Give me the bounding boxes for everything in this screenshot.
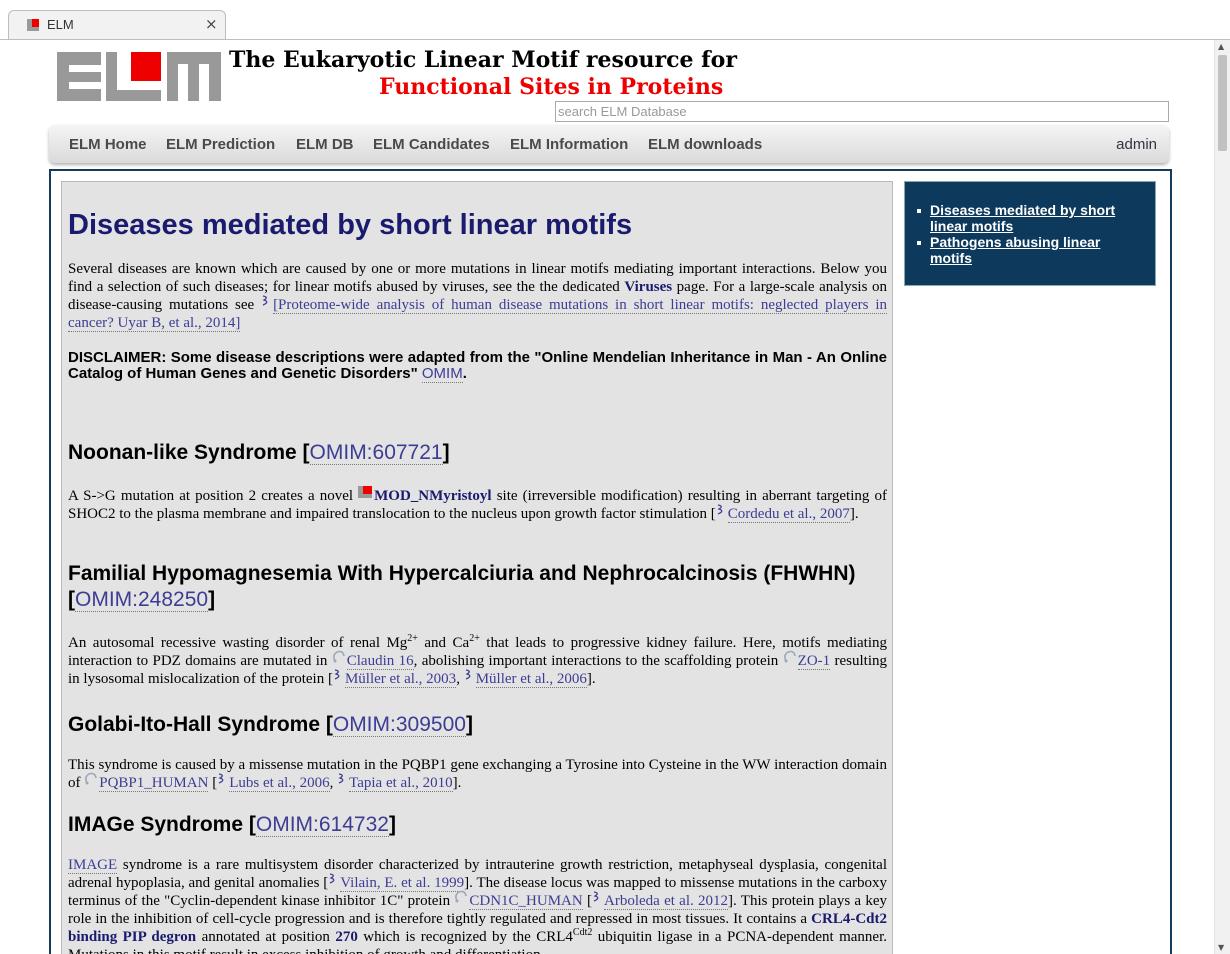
publication-icon — [593, 891, 599, 902]
mod-nmyristoyl-link[interactable]: MOD_NMyristoyl — [374, 488, 491, 504]
page-viewport: The Eukaryotic Linear Motif resource for… — [0, 40, 1214, 954]
elm-motif-icon — [358, 486, 373, 498]
image-paragraph: IMAGE syndrome is a rare multisystem dis… — [68, 856, 887, 954]
fhwhn-text-7: ]. — [586, 671, 596, 687]
viruses-link[interactable]: Viruses — [624, 279, 672, 295]
elm-favicon-icon — [27, 19, 39, 31]
sidebar-link-diseases[interactable]: Diseases mediated by short linear motifs — [930, 202, 1115, 234]
image-title: IMAGe Syndrome [ — [68, 813, 256, 836]
publication-icon — [218, 773, 224, 784]
publication-icon — [262, 295, 268, 306]
publication-icon — [329, 873, 335, 884]
fhwhn-text-1: An autosomal recessive wasting disorder … — [68, 635, 408, 651]
noonan-bracket: ] — [442, 441, 450, 464]
golabi-text-2: [ — [208, 775, 218, 791]
claudin-16-link[interactable]: Claudin 16 — [346, 653, 414, 670]
publication-icon — [338, 773, 344, 784]
image-heading: IMAGe Syndrome [OMIM:614732] — [68, 812, 887, 838]
muller-2003-link[interactable]: Müller et al., 2003 — [344, 671, 457, 688]
intro-paragraph: Several diseases are known which are cau… — [68, 260, 888, 332]
protein-icon — [783, 650, 796, 663]
omim-link[interactable]: OMIM — [421, 365, 463, 383]
golabi-omim-link[interactable]: OMIM:309500 — [332, 713, 466, 737]
sidebar-navigation: Diseases mediated by short linear motifs… — [904, 181, 1156, 286]
fhwhn-paragraph: An autosomal recessive wasting disorder … — [68, 634, 887, 688]
disclaimer-period: . — [462, 365, 467, 382]
muller-2006-link[interactable]: Müller et al., 2006 — [475, 671, 587, 688]
noonan-title: Noonan-like Syndrome [ — [68, 441, 310, 464]
golabi-text-4: ]. — [452, 775, 462, 791]
golabi-paragraph: This syndrome is caused by a missense mu… — [68, 756, 887, 792]
arboleda-2012-link[interactable]: Arboleda et al. 2012 — [604, 893, 729, 910]
image-link[interactable]: IMAGE — [68, 857, 118, 874]
scroll-up-arrow-icon[interactable]: ▲ — [1218, 42, 1224, 51]
nav-elm-prediction[interactable]: ELM Prediction — [166, 136, 275, 153]
fhwhn-text-4: , abolishing important interactions to t… — [413, 653, 783, 669]
sidebar-item-diseases: Diseases mediated by short linear motifs — [917, 202, 1143, 234]
noonan-omim-link[interactable]: OMIM:607721 — [309, 441, 443, 465]
pqbp1-human-link[interactable]: PQBP1_HUMAN — [99, 775, 209, 792]
scroll-down-arrow-icon[interactable]: ▼ — [1218, 943, 1224, 952]
golabi-title: Golabi-Ito-Hall Syndrome [ — [68, 713, 333, 736]
fhwhn-bracket: ] — [208, 588, 216, 611]
scrollbar-thumb[interactable] — [1218, 55, 1227, 151]
vertical-scrollbar[interactable]: ▲ ▼ — [1214, 40, 1230, 954]
image-text-6: which is recognized by the CRL4 — [357, 929, 573, 945]
nav-elm-candidates[interactable]: ELM Candidates — [373, 136, 490, 153]
nav-admin[interactable]: admin — [1116, 136, 1157, 153]
site-title: The Eukaryotic Linear Motif resource for — [229, 47, 737, 73]
browser-tab-bar: ELM × — [0, 0, 1230, 40]
vilain-1999-link[interactable]: Vilain, E. et al. 1999 — [340, 875, 465, 892]
fhwhn-text-6: , — [456, 671, 464, 687]
position-270-link[interactable]: 270 — [335, 929, 358, 945]
protein-icon — [85, 772, 98, 785]
sidebar-item-pathogens: Pathogens abusing linear motifs — [917, 234, 1143, 266]
search-input[interactable] — [555, 101, 1169, 122]
browser-tab[interactable]: ELM × — [8, 10, 226, 39]
mg-charge: 2+ — [407, 633, 418, 644]
golabi-bracket: ] — [465, 713, 473, 736]
disclaimer-paragraph: DISCLAIMER: Some disease descriptions we… — [68, 349, 887, 383]
tab-title: ELM — [47, 17, 74, 32]
disclaimer-text: DISCLAIMER: Some disease descriptions we… — [68, 349, 887, 382]
nav-elm-home[interactable]: ELM Home — [69, 136, 147, 153]
sidebar-link-pathogens[interactable]: Pathogens abusing linear motifs — [930, 234, 1100, 266]
nav-elm-information[interactable]: ELM Information — [510, 136, 628, 153]
ca-charge: 2+ — [469, 633, 480, 644]
golabi-text-3: , — [329, 775, 338, 791]
protein-icon — [332, 650, 345, 663]
cordedu-2007-link[interactable]: Cordedu et al., 2007 — [727, 506, 850, 523]
noonan-paragraph: A S->G mutation at position 2 creates a … — [68, 486, 887, 523]
close-tab-icon[interactable]: × — [205, 15, 218, 33]
cdn1c-human-link[interactable]: CDN1C_HUMAN — [469, 893, 583, 910]
zo-1-link[interactable]: ZO-1 — [797, 653, 831, 670]
noonan-heading: Noonan-like Syndrome [OMIM:607721] — [68, 440, 887, 466]
fhwhn-heading: Familial Hypomagnesemia With Hypercalciu… — [68, 561, 887, 613]
fhwhn-text-2: and Ca — [417, 635, 470, 651]
cdt2-superscript: Cdt2 — [572, 927, 593, 938]
main-navbar: ELM Home ELM Prediction ELM DB ELM Candi… — [49, 125, 1169, 163]
noonan-text-3: ]. — [849, 506, 859, 522]
nav-elm-downloads[interactable]: ELM downloads — [648, 136, 762, 153]
image-omim-link[interactable]: OMIM:614732 — [255, 813, 389, 837]
golabi-heading: Golabi-Ito-Hall Syndrome [OMIM:309500] — [68, 712, 887, 738]
image-text-5: annotated at position — [196, 929, 336, 945]
elm-logo[interactable] — [57, 52, 221, 102]
image-bracket: ] — [388, 813, 396, 836]
site-subtitle: Functional Sites in Proteins — [379, 74, 724, 100]
publication-icon — [334, 669, 340, 680]
main-content: Diseases mediated by short linear motifs… — [61, 181, 893, 954]
protein-icon — [455, 890, 468, 903]
tapia-2010-link[interactable]: Tapia et al., 2010 — [349, 775, 453, 792]
page-title: Diseases mediated by short linear motifs — [68, 209, 633, 241]
fhwhn-omim-link[interactable]: OMIM:248250 — [75, 588, 209, 612]
lubs-2006-link[interactable]: Lubs et al., 2006 — [229, 775, 330, 792]
image-text-3: [ — [582, 893, 592, 909]
publication-icon — [717, 504, 723, 515]
noonan-text-1: A S->G mutation at position 2 creates a … — [68, 488, 359, 504]
nav-elm-db[interactable]: ELM DB — [296, 136, 354, 153]
publication-icon — [465, 669, 471, 680]
